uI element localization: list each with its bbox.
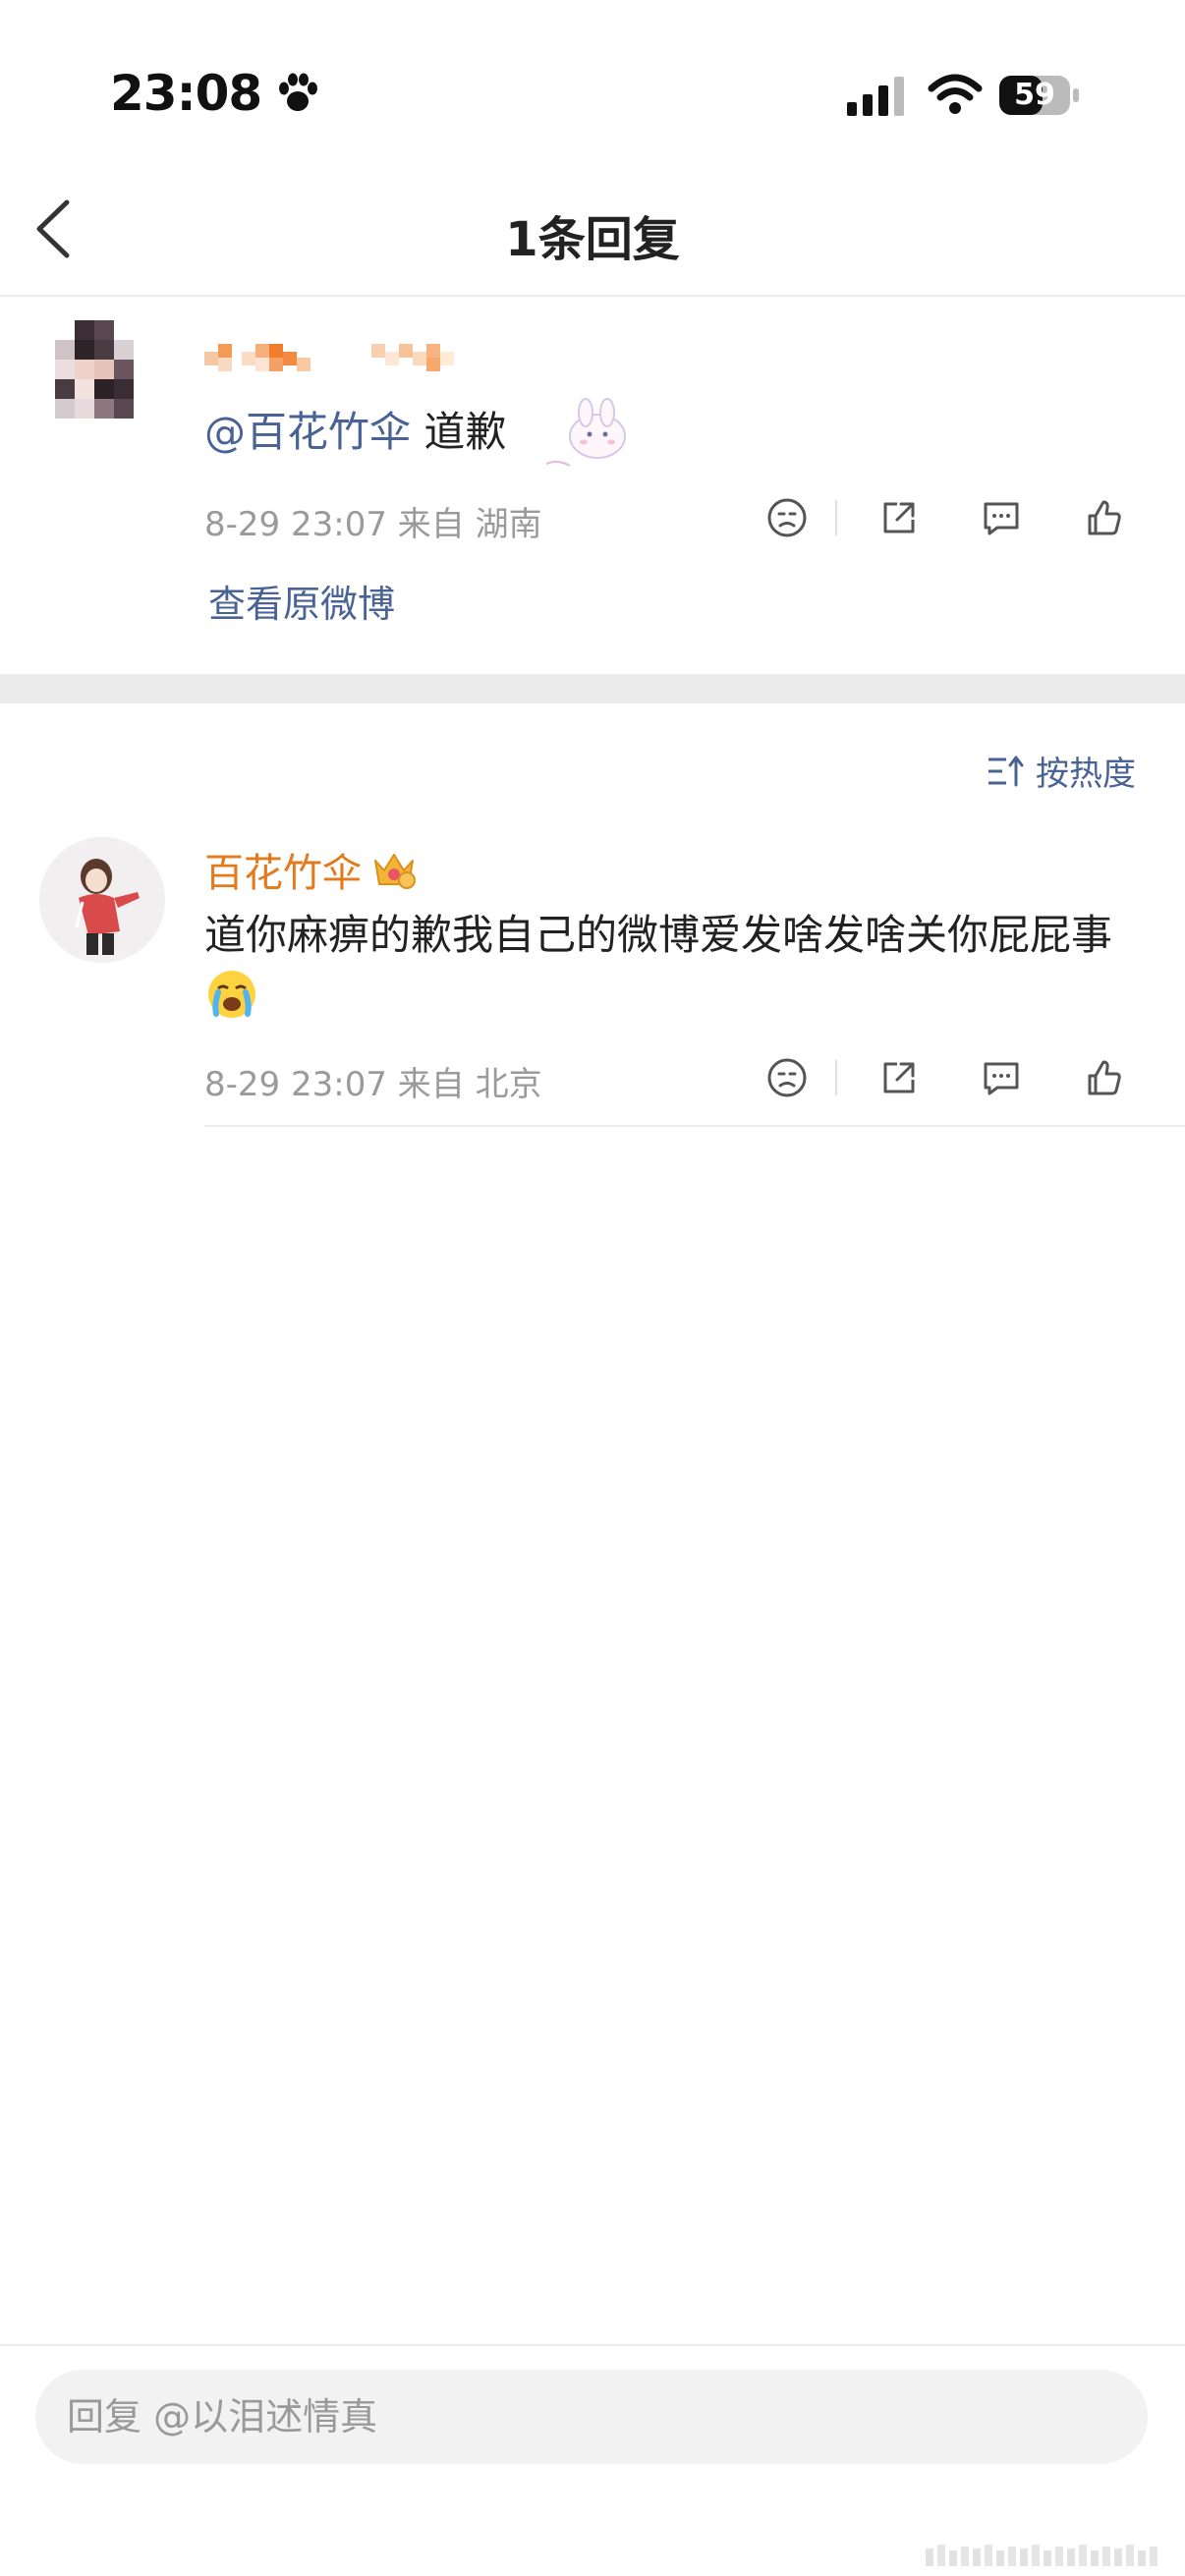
bottom-divider xyxy=(0,2344,1185,2346)
paw-icon xyxy=(279,73,317,111)
section-divider xyxy=(0,674,1185,703)
sort-label: 按热度 xyxy=(1036,755,1136,794)
dislike-button[interactable] xyxy=(762,1053,812,1102)
comment-text: @百花竹伞 道歉 xyxy=(204,399,506,459)
reply-username-text: 百花竹伞 xyxy=(204,851,362,896)
share-button[interactable] xyxy=(875,493,924,542)
like-button[interactable] xyxy=(1079,1053,1128,1102)
comment-actions xyxy=(762,493,1128,542)
nav-divider xyxy=(0,295,1185,297)
bunny-sticker-icon xyxy=(546,398,626,467)
view-original-link[interactable]: 查看原微博 xyxy=(208,574,395,628)
like-button[interactable] xyxy=(1079,493,1128,542)
actions-separator xyxy=(835,500,837,535)
comment-bubble-icon xyxy=(984,502,1019,535)
reply-username[interactable]: 百花竹伞 xyxy=(204,841,417,898)
sad-face-icon xyxy=(767,498,807,537)
reply-body: 道你麻痹的歉我自己的微博爱发啥发啥关你屁屁事 xyxy=(204,911,1113,959)
avatar[interactable] xyxy=(39,837,165,963)
avatar-pixelated[interactable] xyxy=(35,320,173,458)
share-button[interactable] xyxy=(875,1053,924,1102)
reply-meta: 8-29 23:07 来自 北京 xyxy=(204,1065,542,1104)
comment-body: 道歉 xyxy=(423,408,507,456)
share-icon xyxy=(883,1062,915,1093)
thumbs-up-icon xyxy=(1088,1060,1121,1095)
comment-button[interactable] xyxy=(977,1053,1026,1102)
battery-indicator: 59 xyxy=(998,73,1081,118)
actions-separator xyxy=(835,1060,837,1095)
comment-meta: 8-29 23:07 来自 湖南 xyxy=(204,505,542,544)
comment-button[interactable] xyxy=(977,493,1026,542)
sort-icon xyxy=(988,756,1024,786)
comment-bubble-icon xyxy=(984,1062,1019,1095)
crown-badge-icon xyxy=(374,854,416,889)
share-icon xyxy=(883,502,915,533)
reply-text: 道你麻痹的歉我自己的微博爱发啥发啥关你屁屁事 xyxy=(204,904,1148,1030)
reply-input[interactable] xyxy=(35,2370,1148,2464)
watermark-bars xyxy=(926,2545,1157,2566)
reply-actions xyxy=(762,1053,1128,1102)
reply-divider xyxy=(204,1125,1185,1127)
dislike-button[interactable] xyxy=(762,493,812,542)
sad-face-icon xyxy=(767,1058,807,1097)
crying-face-icon xyxy=(208,971,255,1018)
username-pixelated[interactable] xyxy=(204,336,480,381)
wifi-icon xyxy=(928,74,983,114)
mention-link[interactable]: @百花竹伞 xyxy=(204,408,411,456)
battery-level: 59 xyxy=(1014,78,1055,112)
thumbs-up-icon xyxy=(1088,500,1121,535)
page-title: 1条回复 xyxy=(505,212,680,267)
cellular-signal-icon xyxy=(847,77,904,116)
sort-toggle[interactable]: 按热度 xyxy=(987,747,1136,795)
status-time: 23:08 xyxy=(110,65,262,122)
avatar-illustration xyxy=(39,837,165,963)
